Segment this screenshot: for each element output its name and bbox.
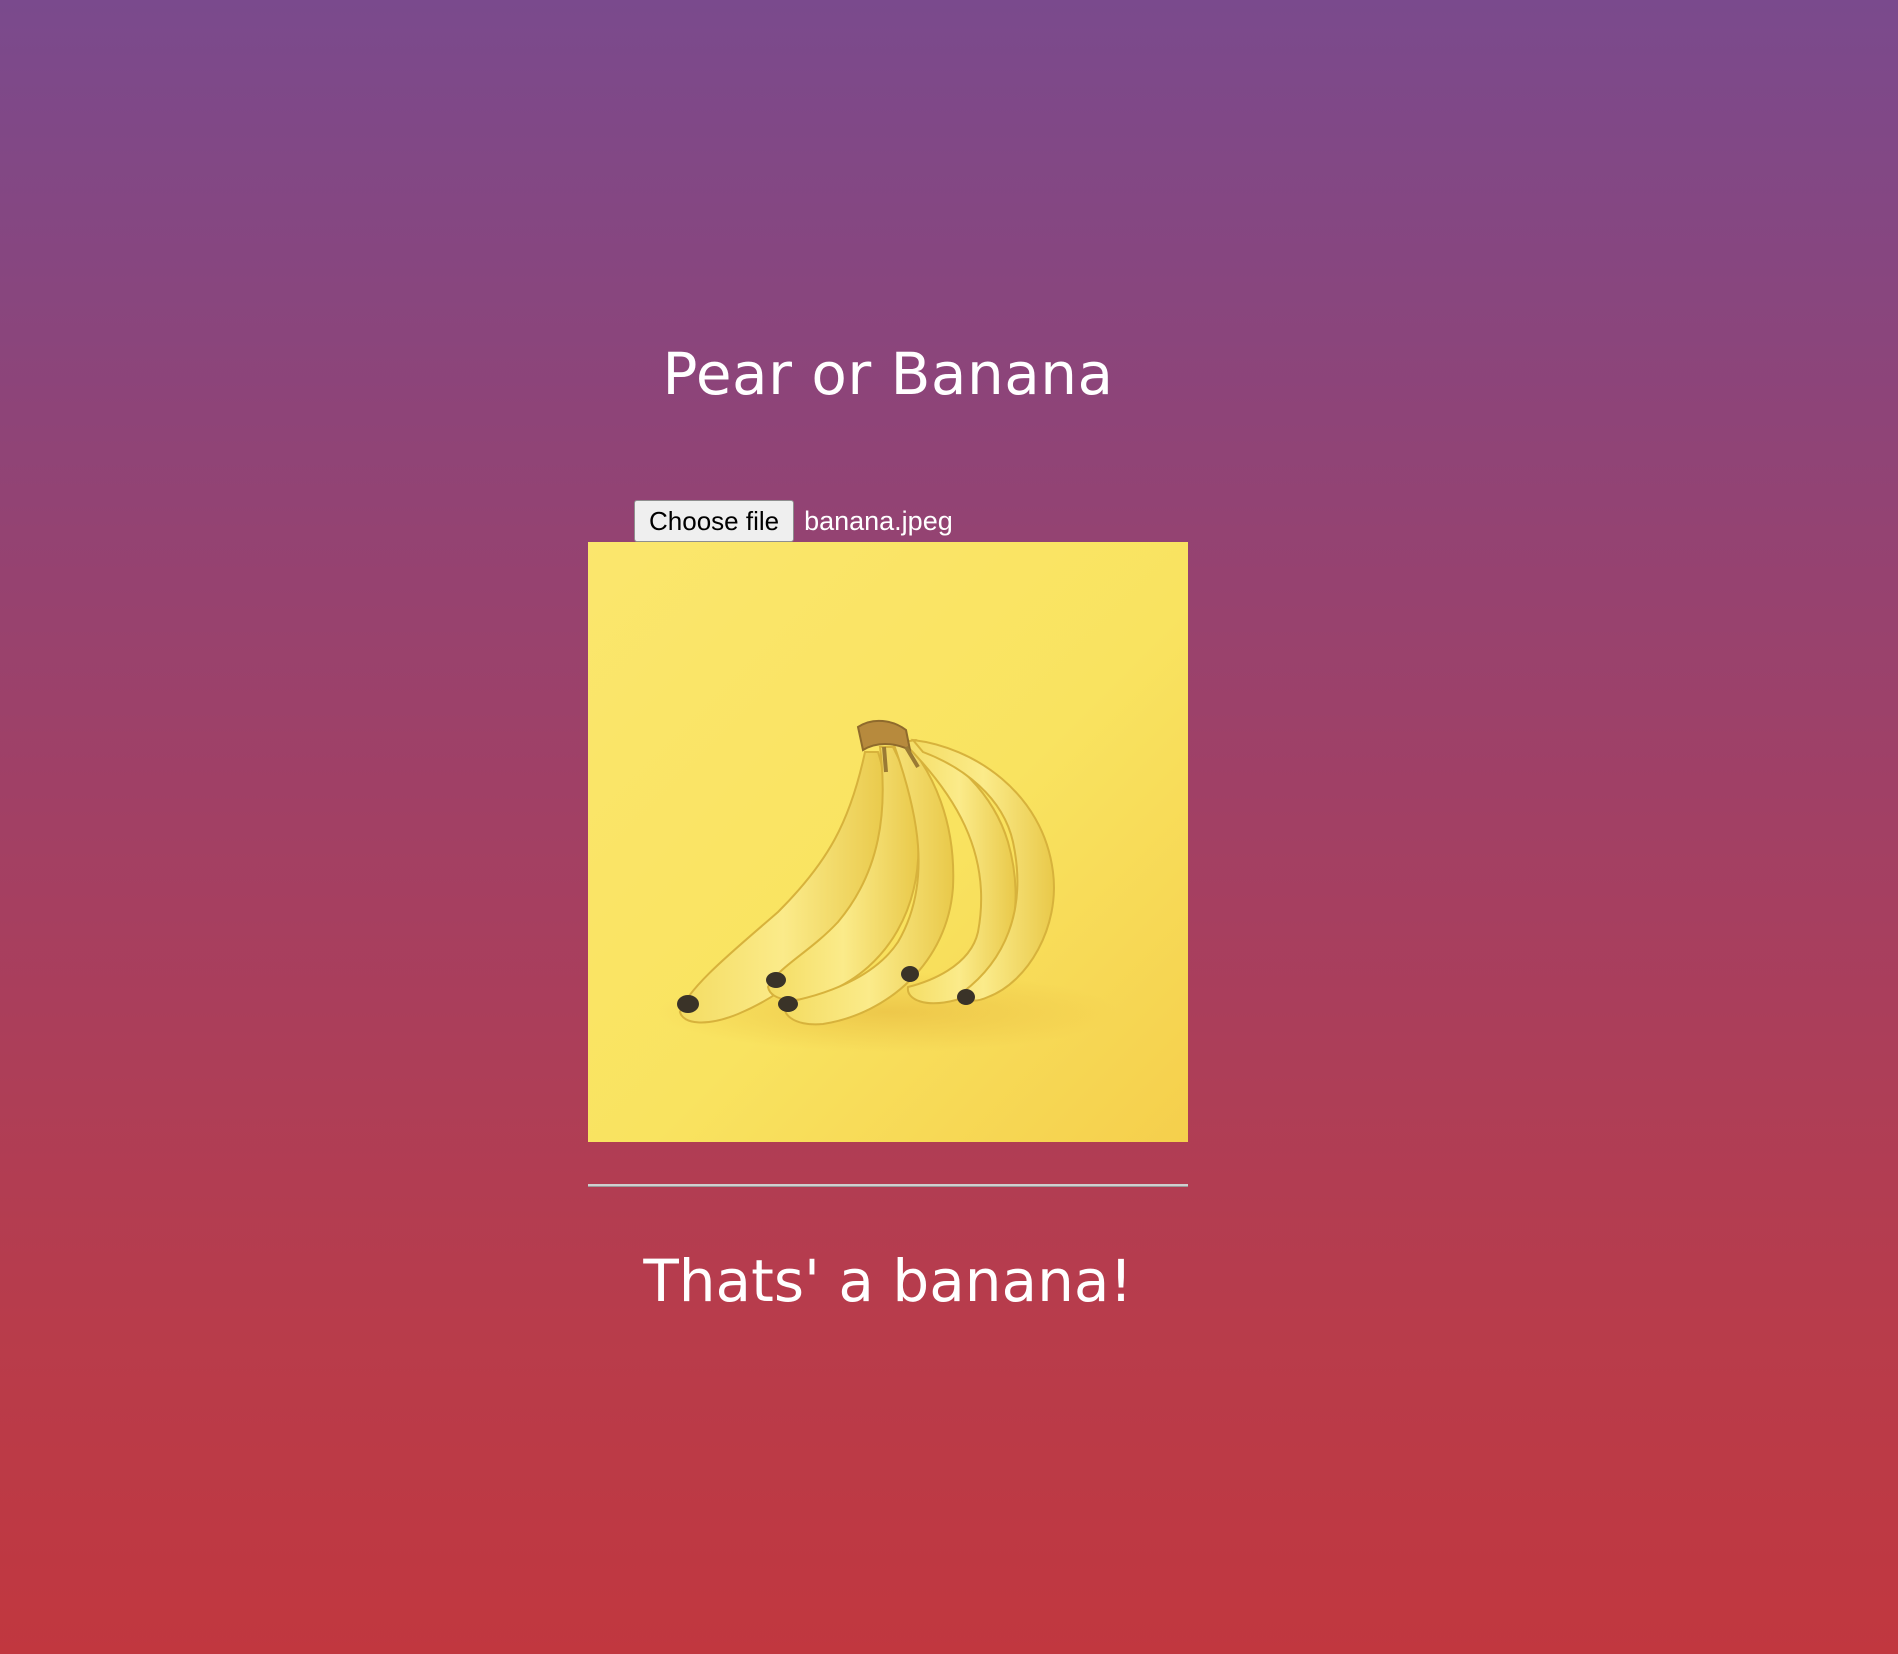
page-title: Pear or Banana xyxy=(662,340,1114,408)
banana-photo xyxy=(588,542,1188,1142)
prediction-result: Thats' a banana! xyxy=(643,1247,1133,1315)
selected-file-name: banana.jpeg xyxy=(804,505,953,536)
uploaded-image-preview xyxy=(588,542,1188,1142)
file-input[interactable]: Choose file banana.jpeg xyxy=(634,500,953,542)
divider xyxy=(588,1184,1188,1187)
choose-file-button[interactable]: Choose file xyxy=(634,500,795,542)
